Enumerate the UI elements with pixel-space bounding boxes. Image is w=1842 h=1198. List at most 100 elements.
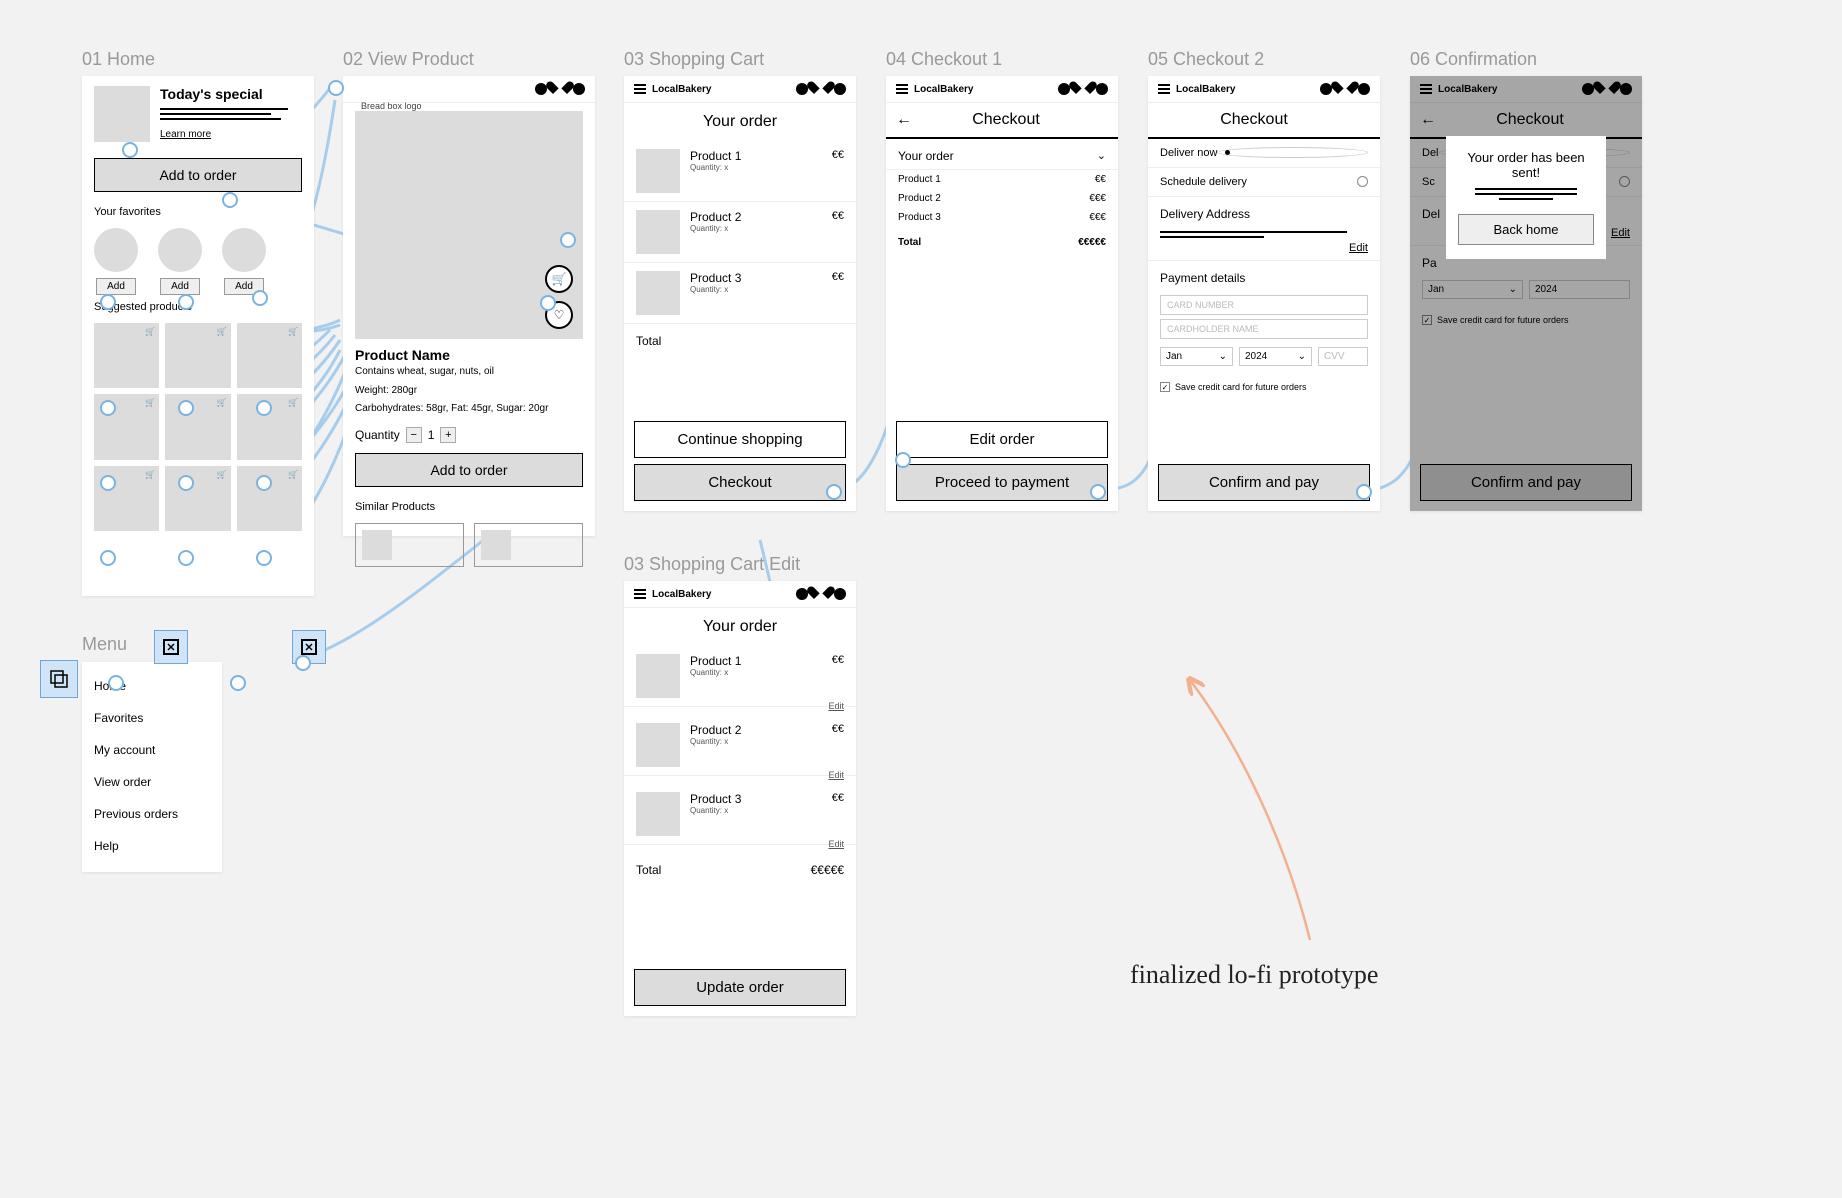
cart-item: Product 3Quantity: x€€ (624, 263, 856, 324)
menu-icon[interactable] (896, 84, 908, 94)
menu-item-account[interactable]: My account (94, 734, 210, 766)
prototype-node[interactable] (1356, 484, 1372, 500)
address-block (1148, 231, 1380, 238)
prototype-node[interactable] (895, 452, 911, 468)
prototype-node[interactable] (256, 475, 272, 491)
prototype-node[interactable] (328, 80, 344, 96)
prototype-node[interactable] (560, 232, 576, 248)
prototype-node[interactable] (252, 290, 268, 306)
title-bar: Checkout (1148, 103, 1380, 139)
prototype-node[interactable] (540, 295, 556, 311)
delivery-option[interactable]: Deliver now (1148, 139, 1380, 168)
prototype-node[interactable] (826, 484, 842, 500)
menu-item-view-order[interactable]: View order (94, 766, 210, 798)
back-icon[interactable]: ← (896, 111, 912, 129)
quantity-decrease-button[interactable]: − (406, 427, 422, 443)
suggested-heading: Suggested products (82, 297, 314, 317)
menu-item-help[interactable]: Help (94, 830, 210, 862)
prototype-node[interactable] (1090, 484, 1106, 500)
suggested-grid: 🛒 🛒 🛒 🛒 🛒 🛒 🛒 🛒 🛒 (82, 317, 314, 537)
menu-icon[interactable] (1158, 84, 1170, 94)
cart-circle-icon[interactable]: 🛒 (545, 265, 573, 293)
cardholder-input[interactable]: CARDHOLDER NAME (1160, 319, 1368, 339)
save-card-checkbox[interactable]: ✓Save credit card for future orders (1148, 370, 1380, 392)
back-home-button[interactable]: Back home (1458, 214, 1594, 245)
menu-icon[interactable] (634, 84, 646, 94)
edit-link[interactable]: Edit (624, 701, 856, 711)
prototype-node[interactable] (256, 400, 272, 416)
top-icons (535, 82, 585, 96)
prototype-node[interactable] (100, 475, 116, 491)
menu-item-previous-orders[interactable]: Previous orders (94, 798, 210, 830)
similar-image (362, 530, 392, 560)
circle-icon[interactable] (834, 588, 846, 600)
menu-list: Home Favorites My account View order Pre… (82, 662, 222, 870)
prototype-node[interactable] (100, 400, 116, 416)
sticky-note-icon[interactable] (40, 660, 78, 698)
product-tile[interactable]: 🛒 (237, 323, 302, 388)
add-to-order-button[interactable]: Add to order (355, 453, 583, 487)
product-tile[interactable]: 🛒 (165, 323, 230, 388)
edit-order-button[interactable]: Edit order (896, 421, 1108, 458)
prototype-node[interactable] (178, 550, 194, 566)
edit-link[interactable]: Edit (624, 839, 856, 849)
similar-card[interactable] (474, 523, 583, 567)
quantity-label: Quantity (355, 428, 400, 442)
learn-more-link[interactable]: Learn more (160, 129, 211, 140)
heart-icon[interactable] (814, 587, 828, 601)
month-select[interactable]: Jan⌄ (1160, 347, 1233, 366)
prototype-node[interactable] (178, 400, 194, 416)
total-line: Total€€€€€ (886, 233, 1118, 252)
prototype-node[interactable] (100, 550, 116, 566)
prototype-node[interactable] (178, 294, 194, 310)
line-name: Product 1 (898, 174, 941, 185)
checkout-button[interactable]: Checkout (634, 464, 846, 501)
add-button[interactable]: Add (96, 278, 136, 295)
year-select[interactable]: 2024⌄ (1239, 347, 1312, 366)
prototype-node[interactable] (230, 675, 246, 691)
prototype-node[interactable] (122, 142, 138, 158)
menu-item-favorites[interactable]: Favorites (94, 702, 210, 734)
cvv-input[interactable]: CVV (1318, 347, 1368, 366)
add-button[interactable]: Add (160, 278, 200, 295)
prototype-node[interactable] (222, 192, 238, 208)
item-qty: Quantity: x (690, 224, 822, 233)
prototype-node[interactable] (256, 550, 272, 566)
product-tile[interactable]: 🛒 (237, 466, 302, 531)
item-info: Product 1Quantity: x (690, 654, 822, 698)
edit-link[interactable]: Edit (624, 770, 856, 780)
circle-icon[interactable] (1096, 83, 1108, 95)
circle-icon[interactable] (834, 83, 846, 95)
heart-icon[interactable] (1338, 82, 1352, 96)
edit-link[interactable]: Edit (1148, 242, 1380, 260)
delivery-option[interactable]: Schedule delivery (1148, 168, 1380, 197)
confirm-pay-button[interactable]: Confirm and pay (1158, 464, 1370, 501)
card-number-input[interactable]: CARD NUMBER (1160, 295, 1368, 315)
similar-card[interactable] (355, 523, 464, 567)
continue-shopping-button[interactable]: Continue shopping (634, 421, 846, 458)
prototype-node[interactable] (178, 475, 194, 491)
brand: LocalBakery (652, 589, 711, 600)
favorite-item: Add (158, 228, 202, 295)
prototype-node[interactable] (108, 675, 124, 691)
heart-icon[interactable] (814, 82, 828, 96)
order-header[interactable]: Your order⌄ (886, 139, 1118, 170)
product-tile[interactable]: 🛒 (94, 323, 159, 388)
heart-icon[interactable] (553, 82, 567, 96)
item-image (636, 792, 680, 836)
menu-icon[interactable] (634, 589, 646, 599)
item-name: Product 3 (690, 792, 822, 806)
product-tile[interactable]: 🛒 (165, 466, 230, 531)
circle-icon[interactable] (1358, 83, 1370, 95)
circle-icon[interactable] (573, 83, 585, 95)
update-order-button[interactable]: Update order (634, 969, 846, 1006)
heart-icon[interactable] (1076, 82, 1090, 96)
quantity-increase-button[interactable]: + (440, 427, 456, 443)
prototype-node[interactable] (100, 294, 116, 310)
prototype-node[interactable] (295, 655, 311, 671)
product-tile[interactable]: 🛒 (165, 394, 230, 459)
selected-close-box[interactable]: ✕ (154, 630, 188, 664)
add-to-order-button[interactable]: Add to order (94, 158, 302, 192)
topbar-left: LocalBakery (896, 84, 973, 95)
proceed-button[interactable]: Proceed to payment (896, 464, 1108, 501)
